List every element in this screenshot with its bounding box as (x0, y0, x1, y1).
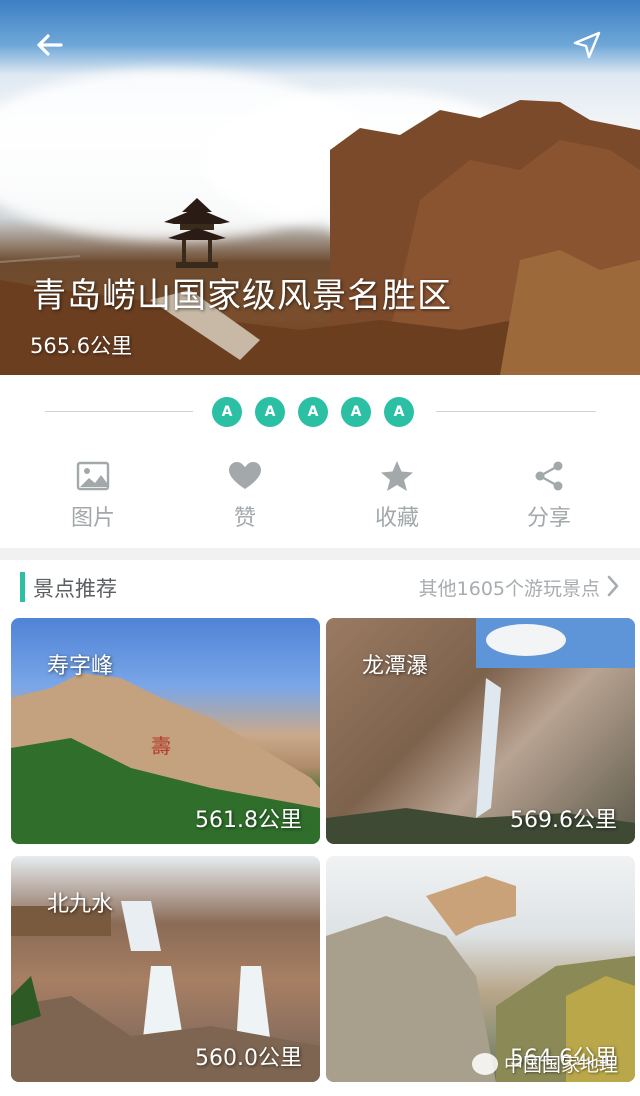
svg-text:壽: 壽 (151, 734, 171, 758)
action-label: 收藏 (374, 506, 419, 531)
spot-distance: 560.0公里 (195, 1046, 302, 1071)
pavilion (164, 198, 230, 268)
section-divider (0, 548, 640, 560)
action-label: 分享 (526, 506, 571, 531)
divider (436, 411, 596, 412)
star-icon (381, 461, 413, 491)
rating-badge: A (298, 397, 328, 427)
page-title: 青岛崂山国家级风景名胜区 (32, 276, 452, 316)
hero-banner: 青岛崂山国家级风景名胜区 565.6公里 (0, 0, 640, 375)
spot-distance: 569.6公里 (510, 808, 617, 833)
section-accent-bar (20, 572, 25, 602)
spot-distance: 561.8公里 (195, 808, 302, 833)
spot-card[interactable]: 北九水 560.0公里 (11, 856, 320, 1082)
mountain-scenery (0, 100, 640, 375)
rating-badge: A (212, 397, 242, 427)
spot-name: 龙潭瀑 (362, 654, 429, 679)
rating-badge: A (255, 397, 285, 427)
action-label: 图片 (70, 506, 115, 531)
section-header: 景点推荐 其他1605个游玩景点 (0, 560, 640, 614)
wechat-icon (471, 1052, 498, 1075)
watermark: 中国国家地理 (471, 1050, 618, 1077)
spot-card[interactable]: 龙潭瀑 569.6公里 (326, 618, 635, 844)
spot-name: 寿字峰 (47, 654, 114, 679)
chevron-right-icon[interactable] (606, 574, 620, 598)
more-spots-link[interactable]: 其他1605个游玩景点 (419, 574, 600, 601)
rating-badges: A A A A A (212, 397, 414, 427)
rating-badge: A (384, 397, 414, 427)
divider (45, 411, 193, 412)
favorite-button[interactable]: 收藏 (321, 458, 473, 538)
locate-button[interactable] (570, 28, 604, 62)
like-button[interactable]: 赞 (169, 458, 321, 538)
action-label: 赞 (233, 506, 256, 531)
image-icon (76, 461, 110, 491)
navigation-arrow-icon (573, 31, 601, 59)
rating-badge: A (341, 397, 371, 427)
action-bar: 图片 赞 收藏 分享 (0, 458, 640, 538)
share-icon (535, 461, 563, 491)
rating-row: A A A A A (0, 395, 640, 429)
hero-distance: 565.6公里 (30, 334, 133, 358)
heart-icon (229, 462, 261, 489)
back-button[interactable] (32, 28, 66, 62)
spot-card[interactable]: 564.6公里 (326, 856, 635, 1082)
spot-name: 北九水 (47, 892, 114, 917)
arrow-left-icon (37, 34, 63, 56)
share-button[interactable]: 分享 (473, 458, 625, 538)
watermark-text: 中国国家地理 (503, 1054, 618, 1076)
section-title: 景点推荐 (33, 577, 117, 601)
photos-button[interactable]: 图片 (17, 458, 169, 538)
spot-card[interactable]: 壽 寿字峰 561.8公里 (11, 618, 320, 844)
